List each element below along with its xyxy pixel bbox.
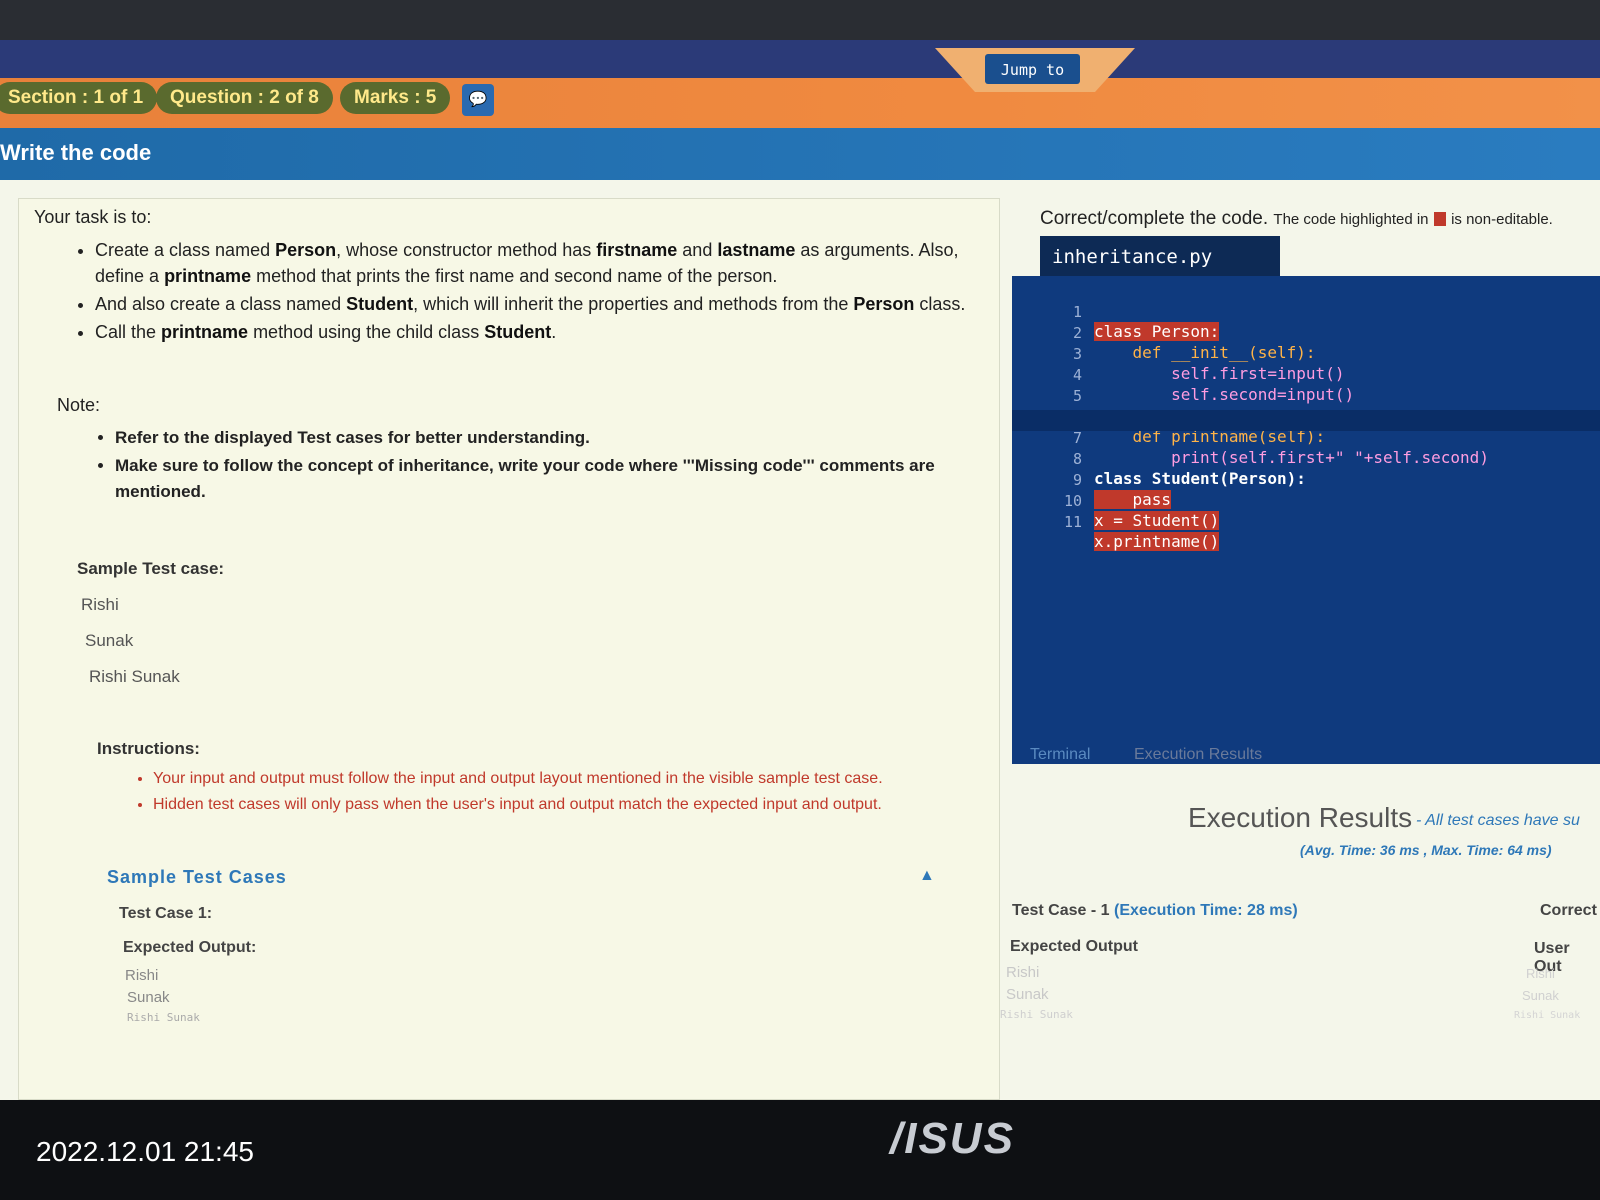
editor-instruction-main: Correct/complete the code. xyxy=(1040,208,1269,229)
code-line[interactable]: 10 x = Student() xyxy=(1012,473,1600,530)
instruction-item: Hidden test cases will only pass when th… xyxy=(153,793,973,817)
sample-line: Sunak xyxy=(85,631,134,650)
code-line[interactable]: 6 def printname(self): xyxy=(1012,389,1600,446)
task-item-2: And also create a class named Student, w… xyxy=(95,291,975,317)
note-item: Make sure to follow the concept of inher… xyxy=(115,453,975,505)
result-user-line: Rishi Sunak xyxy=(1514,1010,1581,1021)
question-title-bar: Write the code xyxy=(0,128,1600,180)
task-item-3: Call the printname method using the chil… xyxy=(95,319,975,345)
task-keyword: Person xyxy=(275,240,337,260)
instruction-item: Your input and output must follow the in… xyxy=(153,767,973,791)
result-test-case-label: Test Case - 1 (Execution Time: 28 ms) xyxy=(1012,902,1298,920)
task-text: class. xyxy=(914,294,966,314)
code-line[interactable]: 9 pass xyxy=(1012,452,1600,509)
result-expected-line: Rishi Sunak xyxy=(1000,1008,1073,1021)
execution-results-subtitle: - All test cases have su xyxy=(1416,812,1580,829)
correct-status: Correct xyxy=(1540,902,1597,919)
sample-line: Rishi Sunak xyxy=(89,667,180,686)
result-expected-line: Rishi xyxy=(1006,964,1040,981)
task-item-1: Create a class named Person, whose const… xyxy=(95,237,975,289)
photo-timestamp: 2022.12.01 21:45 xyxy=(36,1136,254,1167)
task-text: , which will inherit the properties and … xyxy=(413,294,854,314)
result-case-name: Test Case - 1 xyxy=(1012,902,1110,919)
sample-heading: Sample Test case: xyxy=(77,559,225,578)
note-list: Refer to the displayed Test cases for be… xyxy=(97,425,975,507)
note-item: Refer to the displayed Test cases for be… xyxy=(115,425,975,451)
task-text: , whose constructor method has xyxy=(336,240,597,260)
editor-instruction: Correct/complete the code. The code high… xyxy=(1040,208,1553,230)
task-text: And also create a class named xyxy=(95,294,347,314)
instructions-heading: Instructions: xyxy=(97,739,200,758)
section-badge: Section : 1 of 1 xyxy=(0,82,158,114)
task-keyword: Person xyxy=(853,294,915,314)
tab-execution-results[interactable]: Execution Results xyxy=(1134,746,1262,764)
result-expected-label: Expected Output xyxy=(1010,938,1139,955)
screen: Jump to Section : 1 of 1 Question : 2 of… xyxy=(0,40,1600,1100)
sample-test-cases-heading[interactable]: Sample Test Cases xyxy=(107,867,287,888)
file-tab[interactable]: inheritance.py xyxy=(1040,236,1280,278)
non-editable-swatch xyxy=(1433,211,1446,226)
jump-to-button[interactable]: Jump to xyxy=(985,54,1080,84)
chat-icon[interactable]: 💬 xyxy=(462,84,494,116)
task-keyword: lastname xyxy=(717,240,796,260)
execution-results-title: Execution Results xyxy=(1188,802,1413,833)
code-line[interactable]: 11 x.printname() xyxy=(1012,494,1600,551)
expected-output-line: Rishi xyxy=(125,967,159,984)
code-line[interactable]: 4 self.second=input() xyxy=(1012,347,1600,404)
line-number: 11 xyxy=(1063,513,1082,531)
sample-line: Rishi xyxy=(81,595,119,614)
collapse-up-icon[interactable]: ▲ xyxy=(919,867,935,885)
task-text: . xyxy=(551,322,557,342)
code-line[interactable]: 8 class Student(Person): xyxy=(1012,431,1600,488)
code-line[interactable]: 2 def __init__(self): xyxy=(1012,305,1600,362)
task-text: method that prints the first name and se… xyxy=(251,266,778,286)
task-keyword: Student xyxy=(484,322,552,342)
expected-output-label: Expected Output: xyxy=(123,939,257,956)
top-bar-strip xyxy=(0,40,1600,78)
expected-output-line: Sunak xyxy=(127,989,170,1006)
marks-badge: Marks : 5 xyxy=(340,82,451,114)
task-text: Create a class named xyxy=(95,240,276,260)
expected-output-line: Rishi Sunak xyxy=(127,1011,200,1024)
task-text: method using the child class xyxy=(248,322,485,342)
note-heading: Note: xyxy=(57,395,101,415)
code-line[interactable]: 3 self.first=input() xyxy=(1012,326,1600,383)
tab-terminal[interactable]: Terminal xyxy=(1030,746,1090,764)
task-keyword: printname xyxy=(164,266,252,286)
task-panel: Your task is to: Create a class named Pe… xyxy=(18,198,1000,1100)
task-list: Create a class named Person, whose const… xyxy=(77,237,975,347)
result-user-line: Rishi xyxy=(1526,966,1555,981)
task-keyword: firstname xyxy=(596,240,678,260)
task-text: and xyxy=(677,240,718,260)
task-keyword: Student xyxy=(346,294,414,314)
monitor-top-bezel xyxy=(0,0,1600,40)
result-expected-line: Sunak xyxy=(1006,986,1049,1003)
code-line[interactable]: 7 print(self.first+" "+self.second) xyxy=(1012,410,1600,467)
editor-instruction-small: The code highlighted in xyxy=(1273,211,1429,228)
task-heading: Your task is to: xyxy=(34,207,152,227)
result-user-line: Sunak xyxy=(1522,988,1559,1003)
execution-time-summary: (Avg. Time: 36 ms , Max. Time: 64 ms) xyxy=(1300,842,1552,858)
code-line[interactable]: 1 class Person: xyxy=(1012,284,1600,341)
question-badge[interactable]: Question : 2 of 8 xyxy=(156,82,333,114)
code-editor[interactable]: 1 class Person: 2 def __init__(self): 3 … xyxy=(1012,276,1600,764)
top-bar: Jump to Section : 1 of 1 Question : 2 of… xyxy=(0,40,1600,132)
task-text: Call the xyxy=(95,322,162,342)
task-keyword: printname xyxy=(161,322,249,342)
code-line[interactable]: 5 xyxy=(1012,368,1600,405)
test-case-label: Test Case 1: xyxy=(119,905,213,922)
result-case-time: (Execution Time: 28 ms) xyxy=(1113,902,1298,919)
question-title: Write the code xyxy=(0,140,152,165)
instructions-list: Your input and output must follow the in… xyxy=(135,767,973,819)
brand-logo: /ISUS xyxy=(890,1114,1015,1163)
code-text: x.printname() xyxy=(1094,532,1220,551)
editor-instruction-small: is non-editable. xyxy=(1451,211,1553,228)
